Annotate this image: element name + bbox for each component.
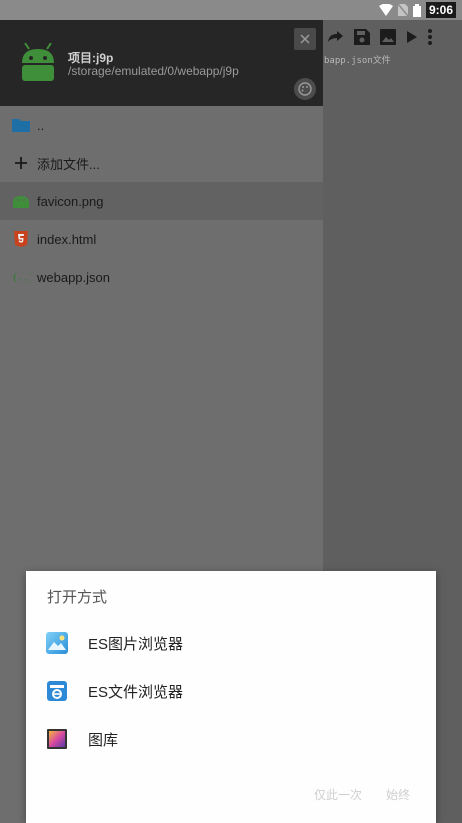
palette-button[interactable] [294, 78, 316, 100]
status-icons: 9:06 [378, 2, 456, 18]
file-item-favicon[interactable]: favicon.png [0, 182, 323, 220]
wifi-icon [378, 4, 393, 16]
svg-text:{..}: {..} [12, 273, 30, 283]
editor-toolbar [323, 20, 462, 54]
editor-subtitle: bapp.json文件 [324, 56, 391, 66]
status-bar: 9:06 [0, 0, 462, 20]
just-once-button[interactable]: 仅此一次 [314, 786, 362, 803]
more-icon[interactable] [428, 29, 432, 45]
image-icon[interactable] [380, 29, 396, 45]
no-sim-icon [397, 4, 408, 16]
palette-icon [298, 82, 312, 96]
app-label: 图库 [88, 731, 119, 749]
always-button[interactable]: 始终 [386, 786, 410, 803]
app-option-es-image-browser[interactable]: ES图片浏览器 [26, 619, 436, 667]
close-icon [300, 34, 310, 44]
run-icon[interactable] [406, 30, 418, 44]
open-with-dialog: 打开方式 ES图片浏览器 ES文件浏览器 图库 仅此一次 始终 [26, 571, 436, 823]
file-label: 添加文件... [37, 156, 100, 172]
add-file-item[interactable]: 添加文件... [0, 144, 323, 182]
app-label: ES图片浏览器 [88, 635, 184, 653]
dialog-title: 打开方式 [47, 589, 108, 606]
es-file-explorer-icon [46, 680, 68, 702]
plus-icon [12, 154, 30, 172]
android-logo-icon [22, 43, 54, 81]
file-list: .. 添加文件... favicon.png index.html {..} w… [0, 106, 323, 296]
status-time: 9:06 [425, 2, 456, 18]
app-label: ES文件浏览器 [88, 683, 184, 701]
battery-icon [412, 3, 421, 17]
app-option-gallery[interactable]: 图库 [26, 715, 436, 763]
android-icon [12, 192, 30, 210]
file-label: .. [37, 117, 45, 133]
file-label: favicon.png [37, 193, 104, 209]
close-drawer-button[interactable] [294, 28, 316, 50]
project-path: /storage/emulated/0/webapp/j9p [68, 64, 239, 78]
file-item-parent[interactable]: .. [0, 106, 323, 144]
save-icon[interactable] [354, 29, 370, 45]
file-item-index-html[interactable]: index.html [0, 220, 323, 258]
es-image-browser-icon [46, 632, 68, 654]
json-braces-icon: {..} [12, 268, 30, 286]
drawer-header: 项目:j9p /storage/emulated/0/webapp/j9p [0, 20, 323, 106]
folder-icon [12, 116, 30, 134]
redo-icon[interactable] [326, 30, 344, 44]
file-item-webapp-json[interactable]: {..} webapp.json [0, 258, 323, 296]
file-label: index.html [37, 231, 97, 247]
app-option-es-file-explorer[interactable]: ES文件浏览器 [26, 667, 436, 715]
html5-icon [12, 230, 30, 248]
dialog-buttons: 仅此一次 始终 [314, 786, 410, 803]
gallery-icon [46, 728, 68, 750]
file-label: webapp.json [37, 269, 110, 285]
